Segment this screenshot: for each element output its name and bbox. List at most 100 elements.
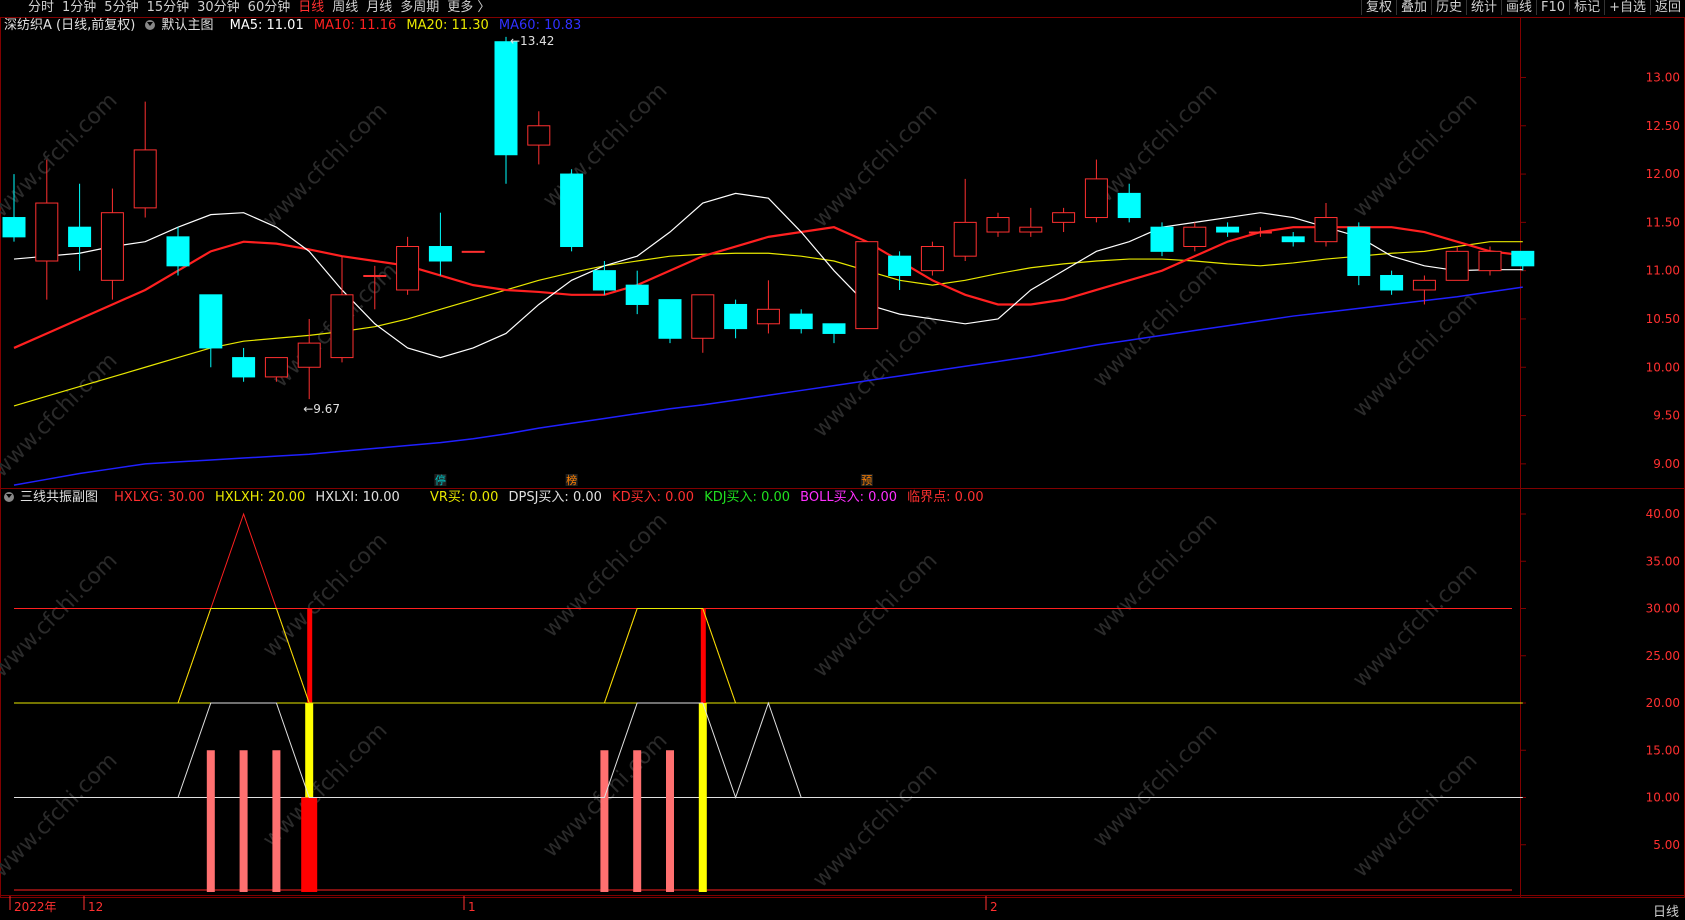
event-tag: 榜	[566, 473, 577, 487]
period-tab[interactable]: 30分钟	[193, 0, 244, 15]
candle-body	[1216, 226, 1240, 233]
toolbar-button[interactable]: 历史	[1430, 0, 1466, 15]
ma60-value: MA60: 10.83	[498, 18, 582, 33]
candle-body	[1052, 212, 1076, 223]
yellow-bar-low	[698, 797, 707, 892]
toolbar-button[interactable]: 标记	[1569, 0, 1604, 15]
candle-body	[1281, 236, 1305, 243]
signal-bar	[600, 750, 609, 892]
period-tab[interactable]: 60分钟	[244, 0, 295, 15]
candle-body	[1314, 217, 1338, 243]
right-toolbar: 复权 叠加 历史 统计 画线 F10 标记 +自选 返回	[1360, 0, 1685, 15]
watermark-text: www.cfchi.com	[258, 98, 392, 232]
dpsj-value: DPSJ买入: 0.00	[508, 490, 602, 505]
price-tick-label: 13.00	[1646, 70, 1680, 84]
candle-body	[724, 303, 748, 330]
time-label: 2	[990, 900, 998, 914]
candle-body	[691, 294, 715, 339]
sub-indicator-dropdown[interactable]: 三线共振副图	[4, 490, 104, 505]
price-tick-label: 11.00	[1646, 264, 1680, 278]
sub-tick-label: 30.00	[1646, 602, 1680, 616]
watermark-text: www.cfchi.com	[808, 548, 942, 682]
yellow-bar	[698, 703, 707, 798]
signal-bar	[206, 750, 215, 892]
period-tab[interactable]: 分时	[24, 0, 58, 15]
candle-body	[1150, 226, 1174, 252]
watermark-text: www.cfchi.com	[0, 748, 123, 882]
yellow-bar	[305, 703, 314, 798]
sub-legend: 三线共振副图 HXLXG: 30.00 HXLXH: 20.00 HXLXI: …	[4, 490, 990, 506]
time-label: 1	[468, 900, 476, 914]
candle-body	[1347, 226, 1371, 276]
period-tab[interactable]: 15分钟	[143, 0, 194, 15]
sub-tick-label: 15.00	[1646, 743, 1680, 757]
candle-body	[592, 270, 616, 291]
toolbar-button[interactable]: 复权	[1360, 0, 1396, 15]
candle-body	[560, 173, 584, 248]
price-tick-label: 11.50	[1646, 215, 1680, 229]
toolbar-button[interactable]: 叠加	[1395, 0, 1431, 15]
watermark-text: www.cfchi.com	[808, 98, 942, 232]
candle-body	[199, 294, 223, 349]
candle-body	[396, 246, 420, 291]
ma5-value: MA5: 11.01	[229, 18, 304, 33]
watermark-text: www.cfchi.com	[1348, 748, 1482, 882]
indicator-dropdown[interactable]: 默认主图	[145, 18, 219, 33]
signal-bar	[666, 750, 674, 892]
boll-value: BOLL买入: 0.00	[800, 490, 898, 505]
price-tick-label: 10.00	[1646, 360, 1680, 374]
dropdown-icon	[145, 20, 156, 30]
period-tab[interactable]: 月线	[362, 0, 396, 15]
period-tabs: 分时 1分钟 5分钟 15分钟 30分钟 60分钟 日线 周线 月线 多周期 更多 〉	[24, 0, 494, 15]
sub-indicator-name: 三线共振副图	[20, 490, 99, 505]
watermark-text: www.cfchi.com	[1088, 718, 1222, 852]
toolbar-button[interactable]: +自选	[1604, 0, 1650, 15]
ma20-value: MA20: 11.30	[406, 18, 489, 33]
candle-body	[625, 284, 649, 305]
price-tick-label: 12.00	[1646, 167, 1680, 181]
toolbar-button[interactable]: 返回	[1649, 0, 1685, 15]
candle-body	[756, 308, 780, 325]
watermark-text: www.cfchi.com	[0, 348, 123, 482]
candle-body	[789, 313, 813, 330]
period-tab[interactable]: 1分钟	[58, 0, 100, 15]
candle-body	[264, 357, 288, 378]
candle-body	[822, 323, 846, 334]
period-label[interactable]: 日线	[1653, 901, 1679, 920]
watermark-text: www.cfchi.com	[0, 548, 123, 682]
watermark-text: www.cfchi.com	[1088, 258, 1222, 392]
watermark-text: www.cfchi.com	[0, 88, 123, 222]
hxlxi-value: HXLXI: 10.00	[315, 490, 400, 505]
sub-tick-label: 25.00	[1646, 649, 1680, 663]
hxlxh-value: HXLXH: 20.00	[214, 490, 306, 505]
toolbar-button[interactable]: 画线	[1501, 0, 1536, 15]
kline-chart[interactable]: 13.00 12.50 12.00 11.50 11.00 10.50 10.00 9.50 9…	[0, 0, 1685, 920]
stock-name[interactable]: 深纺织A (日线,前复权)	[4, 18, 135, 33]
candle-body	[166, 236, 190, 267]
sub-tick-label: 35.00	[1646, 554, 1680, 568]
time-label: 12	[88, 900, 103, 914]
candle-body	[855, 241, 879, 330]
period-tab[interactable]: 多周期	[396, 0, 443, 15]
sub-tick-label: 5.00	[1653, 838, 1680, 852]
candle-body	[330, 294, 354, 359]
candle-body	[297, 342, 321, 368]
lj-value: 临界点: 0.00	[907, 490, 984, 505]
watermark-text: www.cfchi.com	[538, 78, 672, 212]
candle-body	[527, 125, 551, 146]
period-tab[interactable]: 日线	[294, 0, 328, 15]
candle-body	[953, 221, 977, 257]
sub-tick-label: 10.00	[1646, 791, 1680, 805]
period-tab[interactable]: 周线	[328, 0, 362, 15]
price-tick-label: 12.50	[1646, 119, 1680, 133]
low-marker: ←9.67	[303, 402, 340, 416]
price-tick-label: 9.00	[1653, 457, 1680, 471]
candle-body	[1445, 250, 1469, 281]
candle-body	[1412, 279, 1436, 291]
toolbar-button[interactable]: F10	[1536, 0, 1569, 15]
candle-body	[363, 274, 387, 277]
toolbar-button[interactable]: 统计	[1466, 0, 1501, 15]
watermark-text: www.cfchi.com	[1348, 288, 1482, 422]
period-tab[interactable]: 更多 〉	[443, 0, 494, 15]
period-tab[interactable]: 5分钟	[100, 0, 142, 15]
